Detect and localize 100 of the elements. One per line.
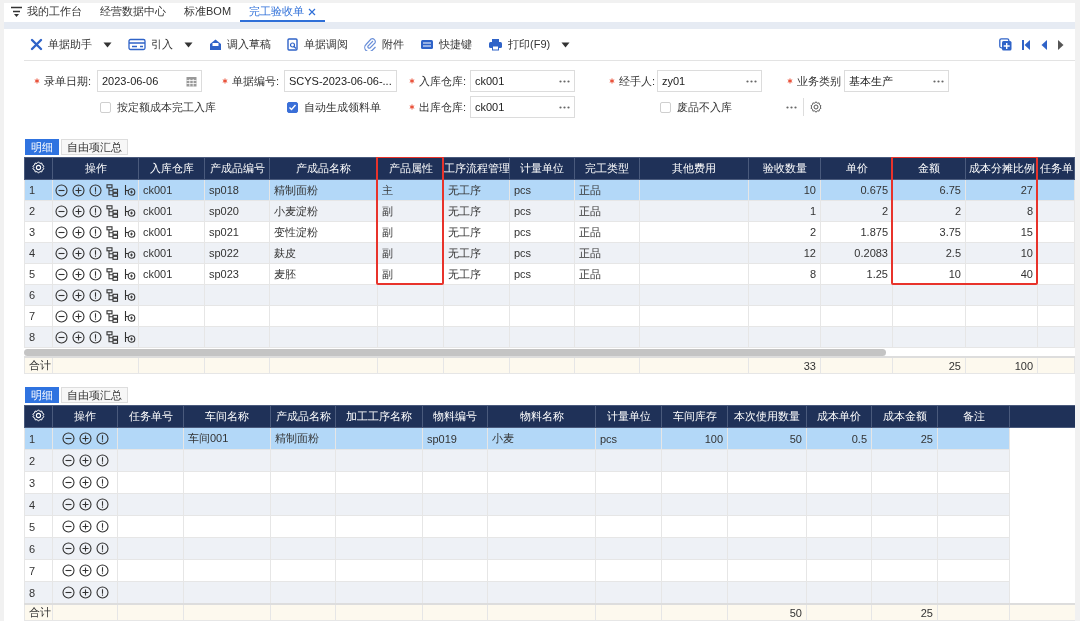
- hierarchy-icon[interactable]: [106, 309, 119, 323]
- input-field[interactable]: zy01: [657, 70, 762, 92]
- info-icon[interactable]: [95, 564, 109, 578]
- hierarchy-icon[interactable]: [106, 204, 119, 218]
- info-icon[interactable]: [95, 586, 109, 600]
- info-icon[interactable]: [89, 183, 102, 197]
- branch-icon[interactable]: [123, 267, 136, 281]
- info-icon[interactable]: [95, 520, 109, 534]
- page-tab[interactable]: 标准BOM: [175, 3, 241, 23]
- remove-icon[interactable]: [61, 586, 75, 600]
- more-icon[interactable]: [933, 79, 944, 83]
- add-icon[interactable]: [72, 183, 85, 197]
- remove-icon[interactable]: [61, 542, 75, 556]
- info-icon[interactable]: [89, 288, 102, 302]
- info-icon[interactable]: [95, 498, 109, 512]
- hierarchy-icon[interactable]: [106, 183, 119, 197]
- branch-icon[interactable]: [123, 309, 136, 323]
- input-field[interactable]: 基本生产: [844, 70, 949, 92]
- more-icon[interactable]: [746, 79, 757, 83]
- add-icon[interactable]: [72, 204, 85, 218]
- hierarchy-icon[interactable]: [106, 246, 119, 260]
- more-icon[interactable]: [559, 105, 570, 109]
- add-icon[interactable]: [72, 246, 85, 260]
- row-number[interactable]: 5: [24, 515, 53, 538]
- table-tab[interactable]: 自由项汇总: [61, 139, 128, 155]
- remove-icon[interactable]: [55, 267, 68, 281]
- branch-icon[interactable]: [123, 246, 136, 260]
- scrollbar[interactable]: [24, 349, 886, 356]
- remove-icon[interactable]: [55, 183, 68, 197]
- remove-icon[interactable]: [61, 564, 75, 578]
- remove-icon[interactable]: [55, 309, 68, 323]
- branch-icon[interactable]: [123, 225, 136, 239]
- info-icon[interactable]: [89, 204, 102, 218]
- add-icon[interactable]: [78, 564, 92, 578]
- toolbar-button[interactable]: 单据调阅: [287, 37, 348, 52]
- info-icon[interactable]: [89, 225, 102, 239]
- remove-icon[interactable]: [55, 225, 68, 239]
- row-number[interactable]: 7: [24, 305, 53, 327]
- info-icon[interactable]: [95, 542, 109, 556]
- add-icon[interactable]: [78, 586, 92, 600]
- hierarchy-icon[interactable]: [106, 288, 119, 302]
- add-icon[interactable]: [78, 454, 92, 468]
- info-icon[interactable]: [89, 330, 102, 344]
- table-tab[interactable]: 明细: [25, 387, 59, 403]
- row-number[interactable]: 7: [24, 559, 53, 582]
- add-icon[interactable]: [72, 330, 85, 344]
- hierarchy-icon[interactable]: [106, 267, 119, 281]
- more-icon[interactable]: [786, 105, 797, 109]
- branch-icon[interactable]: [123, 204, 136, 218]
- remove-icon[interactable]: [61, 476, 75, 490]
- toolbar-button[interactable]: 打印(F9): [488, 37, 571, 52]
- menu-icon[interactable]: [10, 6, 23, 18]
- row-number[interactable]: 5: [24, 263, 53, 285]
- info-icon[interactable]: [95, 476, 109, 490]
- row-number[interactable]: 8: [24, 326, 53, 348]
- toolbar-button[interactable]: 附件: [364, 37, 404, 52]
- add-icon[interactable]: [78, 542, 92, 556]
- toolbar-button[interactable]: 引入: [128, 37, 193, 52]
- remove-icon[interactable]: [55, 204, 68, 218]
- calendar-icon[interactable]: [186, 75, 197, 87]
- row-number[interactable]: 1: [24, 179, 53, 201]
- row-number[interactable]: 3: [24, 221, 53, 243]
- remove-icon[interactable]: [61, 498, 75, 512]
- table-tab[interactable]: 明细: [25, 139, 59, 155]
- input-field[interactable]: SCYS-2023-06-06-...: [284, 70, 397, 92]
- row-number[interactable]: 1: [24, 427, 53, 450]
- previous-icon[interactable]: [1040, 38, 1048, 51]
- add-icon[interactable]: [78, 498, 92, 512]
- copy-add-icon[interactable]: [999, 38, 1012, 51]
- settings-header[interactable]: [24, 157, 53, 180]
- more-icon[interactable]: [559, 79, 570, 83]
- info-icon[interactable]: [89, 309, 102, 323]
- hierarchy-icon[interactable]: [106, 225, 119, 239]
- checkbox[interactable]: [287, 101, 298, 113]
- toolbar-button[interactable]: 快捷键: [420, 37, 472, 52]
- remove-icon[interactable]: [55, 246, 68, 260]
- row-number[interactable]: 6: [24, 284, 53, 306]
- branch-icon[interactable]: [123, 183, 136, 197]
- close-icon[interactable]: [308, 7, 317, 16]
- branch-icon[interactable]: [123, 288, 136, 302]
- add-icon[interactable]: [72, 267, 85, 281]
- hierarchy-icon[interactable]: [106, 330, 119, 344]
- input-field[interactable]: 2023-06-06: [97, 70, 202, 92]
- row-number[interactable]: 6: [24, 537, 53, 560]
- input-field[interactable]: ck001: [470, 96, 575, 118]
- settings-icon[interactable]: [810, 101, 822, 113]
- remove-icon[interactable]: [61, 520, 75, 534]
- row-number[interactable]: 3: [24, 471, 53, 494]
- add-icon[interactable]: [72, 288, 85, 302]
- info-icon[interactable]: [89, 246, 102, 260]
- add-icon[interactable]: [72, 309, 85, 323]
- settings-header[interactable]: [24, 405, 53, 428]
- page-tab[interactable]: 我的工作台: [8, 3, 91, 23]
- info-icon[interactable]: [95, 454, 109, 468]
- row-number[interactable]: 2: [24, 200, 53, 222]
- add-icon[interactable]: [72, 225, 85, 239]
- info-icon[interactable]: [95, 432, 109, 446]
- row-number[interactable]: 4: [24, 242, 53, 264]
- row-number[interactable]: 4: [24, 493, 53, 516]
- page-tab[interactable]: 经营数据中心: [91, 3, 175, 23]
